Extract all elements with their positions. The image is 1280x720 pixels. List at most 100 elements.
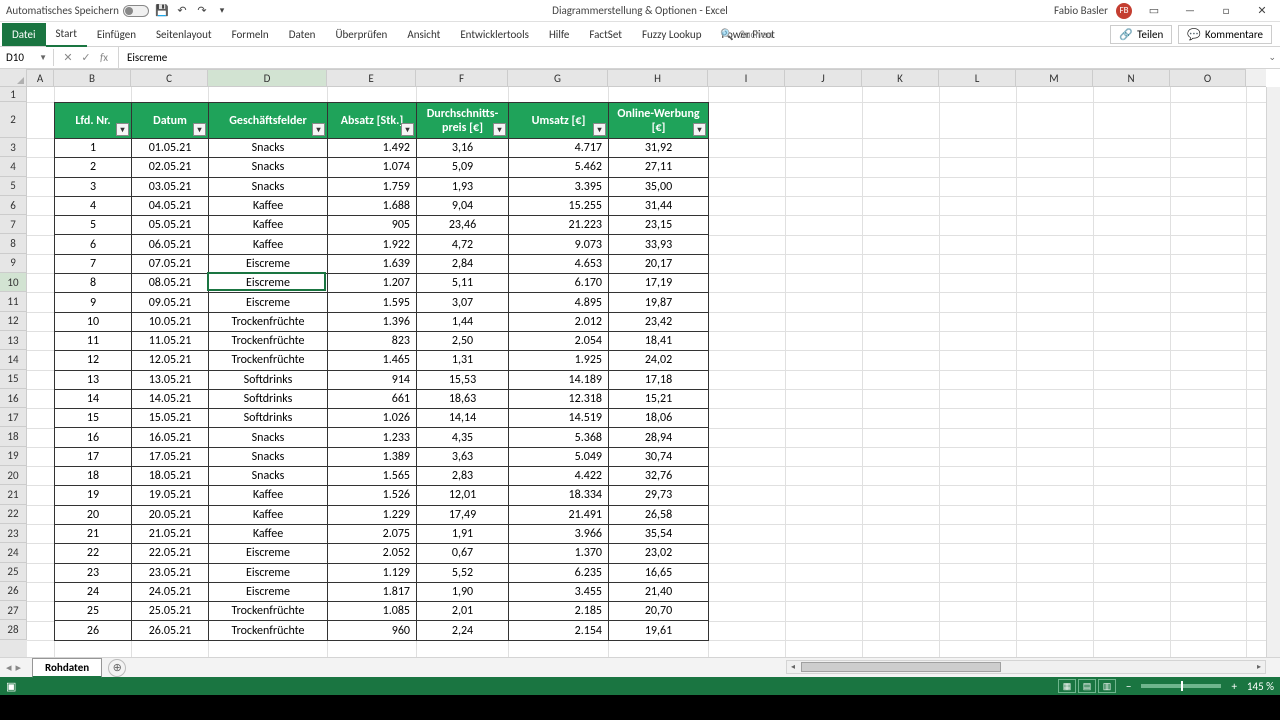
cell[interactable]: 29,73 — [609, 486, 709, 505]
user-name[interactable]: Fabio Basler — [1054, 4, 1108, 17]
cell[interactable]: 9,04 — [417, 196, 509, 215]
zoom-out-icon[interactable]: − — [1126, 680, 1131, 693]
cell[interactable]: 13 — [55, 370, 132, 389]
cell[interactable]: 23.05.21 — [132, 563, 209, 582]
cell[interactable]: Trockenfrüchte — [209, 621, 328, 640]
cell[interactable]: 21.223 — [509, 216, 609, 235]
cell[interactable]: 7 — [55, 254, 132, 273]
cell[interactable]: Eiscreme — [209, 274, 328, 293]
column-header-I[interactable]: I — [708, 69, 785, 86]
row-header-27[interactable]: 27 — [0, 601, 27, 620]
table-header[interactable]: Absatz [Stk.]▾ — [328, 103, 417, 139]
search-box[interactable]: 🔍 Suchen — [720, 28, 772, 41]
zoom-in-icon[interactable]: + — [1231, 680, 1236, 693]
table-header[interactable]: Lfd. Nr.▾ — [55, 103, 132, 139]
cell[interactable]: 1.085 — [328, 602, 417, 621]
select-all-cell[interactable] — [0, 69, 27, 87]
cell[interactable]: 18.334 — [509, 486, 609, 505]
tab-hilfe[interactable]: Hilfe — [539, 23, 579, 46]
cell[interactable]: Kaffee — [209, 196, 328, 215]
cell[interactable]: 12.318 — [509, 389, 609, 408]
cell[interactable]: 1,90 — [417, 582, 509, 601]
share-button[interactable]: 🔗Teilen — [1110, 25, 1172, 44]
cell[interactable]: 30,74 — [609, 447, 709, 466]
view-page-layout-icon[interactable]: ▤ — [1078, 679, 1096, 693]
cell[interactable]: 5,52 — [417, 563, 509, 582]
cell[interactable]: 5.368 — [509, 428, 609, 447]
cell[interactable]: 1.026 — [328, 409, 417, 428]
column-header-G[interactable]: G — [508, 69, 608, 86]
cell[interactable]: 914 — [328, 370, 417, 389]
cell[interactable]: 1.233 — [328, 428, 417, 447]
record-macro-icon[interactable]: ▣ — [6, 680, 16, 693]
tab-einfügen[interactable]: Einfügen — [87, 23, 146, 46]
cell[interactable]: 12 — [55, 351, 132, 370]
data-table[interactable]: Lfd. Nr.▾Datum▾Geschäftsfelder▾Absatz [S… — [54, 102, 709, 641]
row-header-11[interactable]: 11 — [0, 292, 27, 311]
table-header[interactable]: Online-Werbung[€]▾ — [609, 103, 709, 139]
cell[interactable]: 07.05.21 — [132, 254, 209, 273]
cell[interactable]: 16,65 — [609, 563, 709, 582]
cell[interactable]: 12.05.21 — [132, 351, 209, 370]
maximize-icon[interactable]: □ — [1212, 1, 1240, 21]
cell[interactable]: 31,92 — [609, 139, 709, 158]
row-header-4[interactable]: 4 — [0, 157, 27, 176]
cell[interactable]: 0,67 — [417, 544, 509, 563]
cell[interactable]: Kaffee — [209, 524, 328, 543]
row-header-23[interactable]: 23 — [0, 524, 27, 543]
cell[interactable]: 22 — [55, 544, 132, 563]
cell[interactable]: 1.074 — [328, 158, 417, 177]
user-avatar[interactable]: FB — [1116, 3, 1132, 19]
cell[interactable]: 4 — [55, 196, 132, 215]
cell[interactable]: 21.491 — [509, 505, 609, 524]
cell[interactable]: 3,16 — [417, 139, 509, 158]
cell[interactable]: 14.05.21 — [132, 389, 209, 408]
cell[interactable]: 1,93 — [417, 177, 509, 196]
cell[interactable]: 21,40 — [609, 582, 709, 601]
cell[interactable]: 2,24 — [417, 621, 509, 640]
cell[interactable]: 2,01 — [417, 602, 509, 621]
cell[interactable]: 18,06 — [609, 409, 709, 428]
cell[interactable]: 661 — [328, 389, 417, 408]
column-header-A[interactable]: A — [27, 69, 54, 86]
row-header-1[interactable]: 1 — [0, 87, 27, 102]
filter-dropdown-icon[interactable]: ▾ — [593, 123, 606, 136]
cell[interactable]: 1.526 — [328, 486, 417, 505]
cell[interactable]: 2.185 — [509, 602, 609, 621]
cell[interactable]: 23,42 — [609, 312, 709, 331]
cell[interactable]: 16.05.21 — [132, 428, 209, 447]
row-header-22[interactable]: 22 — [0, 505, 27, 524]
row-header-2[interactable]: 2 — [0, 102, 27, 138]
cell[interactable]: 23,02 — [609, 544, 709, 563]
cell[interactable]: 20,17 — [609, 254, 709, 273]
cell[interactable]: 1,44 — [417, 312, 509, 331]
cell[interactable]: 2 — [55, 158, 132, 177]
row-header-14[interactable]: 14 — [0, 350, 27, 369]
column-header-B[interactable]: B — [54, 69, 131, 86]
row-header-3[interactable]: 3 — [0, 138, 27, 157]
autosave-toggle[interactable]: Automatisches Speichern — [6, 4, 149, 17]
cell[interactable]: 23,15 — [609, 216, 709, 235]
cell[interactable]: 5,11 — [417, 274, 509, 293]
cell[interactable]: 4.895 — [509, 293, 609, 312]
cell[interactable]: 1.759 — [328, 177, 417, 196]
cell[interactable]: 4.422 — [509, 467, 609, 486]
cell[interactable]: 03.05.21 — [132, 177, 209, 196]
tab-ansicht[interactable]: Ansicht — [397, 23, 450, 46]
cell[interactable]: 14.189 — [509, 370, 609, 389]
undo-icon[interactable]: ↶ — [175, 4, 189, 18]
row-header-15[interactable]: 15 — [0, 370, 27, 389]
row-header-28[interactable]: 28 — [0, 620, 27, 639]
cell[interactable]: 2.154 — [509, 621, 609, 640]
cell[interactable]: 2.052 — [328, 544, 417, 563]
tab-fuzzy lookup[interactable]: Fuzzy Lookup — [632, 23, 712, 46]
cell[interactable]: 33,93 — [609, 235, 709, 254]
zoom-level[interactable]: 145 % — [1247, 680, 1274, 693]
cell[interactable]: 6.170 — [509, 274, 609, 293]
cell[interactable]: 1.207 — [328, 274, 417, 293]
table-header[interactable]: Geschäftsfelder▾ — [209, 103, 328, 139]
tab-daten[interactable]: Daten — [279, 23, 326, 46]
cell[interactable]: 26 — [55, 621, 132, 640]
cell[interactable]: 17.05.21 — [132, 447, 209, 466]
cell[interactable]: 823 — [328, 331, 417, 350]
